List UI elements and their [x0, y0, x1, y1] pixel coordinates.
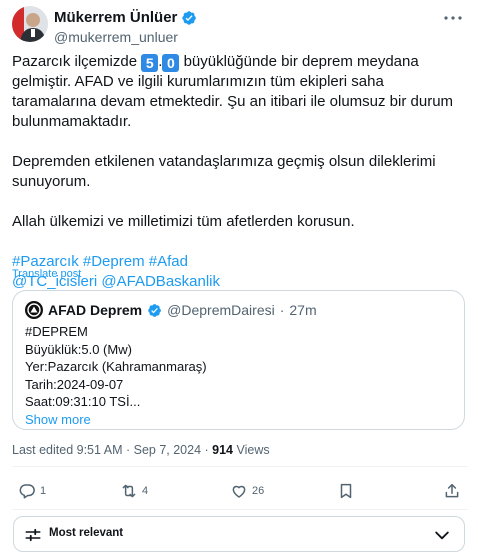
quoted-author-name[interactable]: AFAD Deprem [48, 302, 142, 318]
quoted-line: Yer:Pazarcık (Kahramanmaraş) [25, 359, 207, 375]
tweet-header: Mükerrem Ünlüer @mukerrem_unluer [12, 6, 466, 45]
quoted-tweet-time[interactable]: 27m [289, 302, 316, 318]
author-names: Mükerrem Ünlüer @mukerrem_unluer [54, 9, 197, 46]
reply-sort-dropdown[interactable]: Most relevant [13, 516, 465, 552]
quoted-author-handle[interactable]: @DepremDairesi [167, 302, 275, 318]
tweet-paragraph-1: Pazarcık ilçemizde 5.0 büyüklüğünde bir … [12, 52, 468, 132]
hashtag-link[interactable]: #Afad [149, 253, 188, 270]
reply-icon [19, 484, 35, 499]
verified-badge-icon [148, 303, 162, 317]
tweet-meta: Last edited 9:51 AM · Sep 7, 2024 · 914 … [12, 443, 270, 457]
reply-count: 1 [40, 485, 47, 497]
bookmark-icon [340, 483, 352, 499]
heart-icon [232, 485, 246, 498]
edited-timestamp[interactable]: Last edited 9:51 AM · Sep 7, 2024 · [12, 443, 209, 457]
quoted-tweet-card[interactable]: AFAD Deprem @DepremDairesi · 27m #DEPREM… [12, 290, 465, 430]
share-button[interactable] [443, 482, 461, 500]
tweet-action-bar: 1 4 26 [12, 466, 468, 510]
share-icon [445, 483, 459, 498]
hashtag-link[interactable]: #Deprem [83, 253, 145, 270]
chevron-down-icon [435, 531, 449, 540]
bookmark-button[interactable] [337, 482, 355, 500]
more-options-button[interactable] [442, 10, 464, 26]
more-dots-icon [444, 16, 462, 20]
repost-icon [122, 484, 136, 498]
views-label: Views [236, 443, 270, 457]
meta-separator: · [279, 302, 285, 318]
quoted-author-avatar[interactable] [25, 301, 43, 319]
author-name-text[interactable]: Mükerrem Ünlüer [54, 9, 177, 27]
repost-count: 4 [142, 485, 149, 497]
quoted-line: Saat:09:31:10 TSİ... [25, 394, 141, 410]
like-button[interactable]: 26 [230, 482, 264, 500]
tweet-paragraph-2: Depremden etkilenen vatandaşlarımıza geç… [12, 153, 436, 190]
afad-logo-icon [27, 303, 41, 317]
keycap-digit-emoji: 5 [141, 54, 159, 72]
keycap-digit-emoji: 0 [162, 54, 180, 72]
quoted-line: Büyüklük:5.0 (Mw) [25, 341, 132, 357]
author-avatar[interactable] [12, 6, 48, 42]
show-more-link[interactable]: Show more [25, 411, 207, 429]
repost-button[interactable]: 4 [120, 482, 148, 500]
author-avatar-image [12, 6, 48, 42]
filter-sliders-icon [25, 528, 41, 542]
tweet-text: Pazarcık ilçemizde 5.0 büyüklüğünde bir … [12, 52, 468, 292]
tweet-text-para1-rest: AFAD ve ilgili kurumlarımızın tüm ekiple… [12, 73, 454, 130]
author-handle[interactable]: @mukerrem_unluer [54, 28, 197, 46]
sort-label: Most relevant [49, 527, 124, 539]
like-count: 26 [252, 485, 265, 497]
quoted-tweet-header: AFAD Deprem @DepremDairesi · 27m [25, 301, 317, 319]
author-display-name[interactable]: Mükerrem Ünlüer [54, 9, 197, 27]
verified-badge-icon [182, 11, 197, 25]
quoted-tweet-text: #DEPREM Büyüklük:5.0 (Mw) Yer:Pazarcık (… [25, 323, 207, 429]
tweet-paragraph-3: Allah ülkemizi ve milletimizi tüm afetle… [12, 213, 355, 230]
mention-link[interactable]: @AFADBaskanlik [101, 273, 220, 290]
quoted-line: #DEPREM [25, 324, 88, 339]
reply-button[interactable]: 1 [18, 482, 46, 500]
quoted-line: Tarih:2024-09-07 [25, 376, 124, 392]
translate-post-link[interactable]: Translate post [12, 268, 81, 280]
tweet-text-line1-pre: Pazarcık ilçemizde [12, 53, 138, 70]
views-count: 914 [212, 443, 233, 457]
